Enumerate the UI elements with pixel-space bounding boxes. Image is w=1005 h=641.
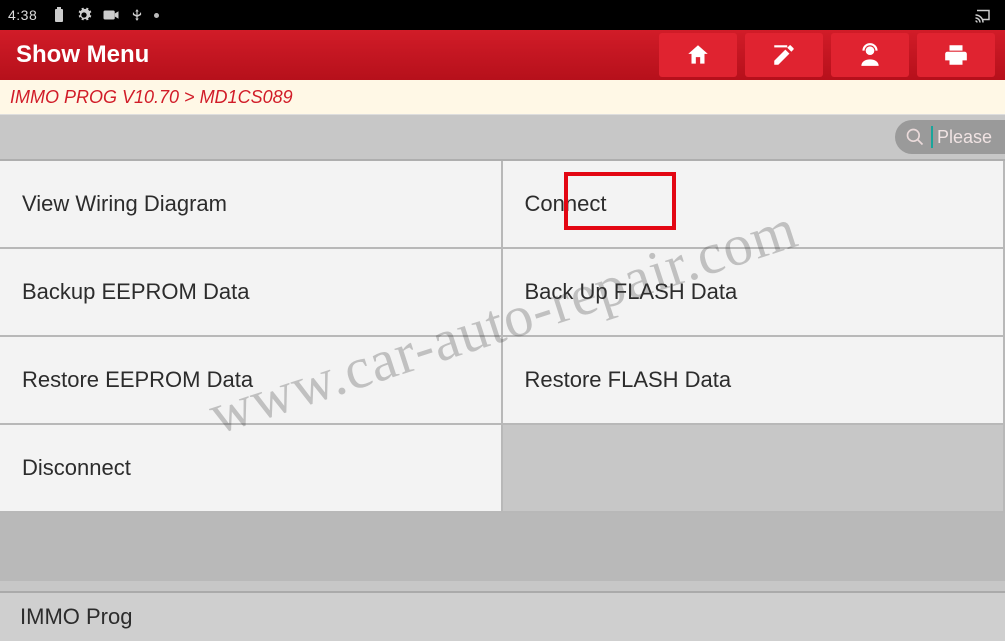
toolbar-row: Please [0,115,1005,161]
cast-icon [974,7,992,23]
menu-label: Connect [525,191,607,217]
menu-item-restore-flash-data[interactable]: Restore FLASH Data [503,337,1005,425]
menu-label: View Wiring Diagram [22,191,227,217]
menu-label: Back Up FLASH Data [525,279,738,305]
gear-icon [76,7,92,23]
menu-item-disconnect[interactable]: Disconnect [0,425,503,513]
camera-icon [102,8,120,22]
footer-bar: IMMO Prog [0,591,1005,641]
menu-item-backup-flash-data[interactable]: Back Up FLASH Data [503,249,1005,337]
menu-label: Backup EEPROM Data [22,279,249,305]
search-input[interactable]: Please [895,120,1005,154]
menu-item-connect[interactable]: Connect [503,161,1005,249]
home-icon [685,42,711,68]
app-header: Show Menu [0,30,1005,80]
spacer [0,513,1005,581]
menu-item-backup-eeprom-data[interactable]: Backup EEPROM Data [0,249,503,337]
menu-label: Disconnect [22,455,131,481]
usb-icon [130,7,144,23]
menu-item-restore-eeprom-data[interactable]: Restore EEPROM Data [0,337,503,425]
edit-icon [771,42,797,68]
menu-grid: View Wiring Diagram Connect Backup EEPRO… [0,161,1005,513]
page-title: Show Menu [0,41,655,69]
search-icon [905,127,925,147]
support-button[interactable] [831,33,909,77]
print-icon [943,42,969,68]
android-status-bar: 4:38 [0,0,1005,30]
clock: 4:38 [8,7,37,23]
menu-item-view-wiring-diagram[interactable]: View Wiring Diagram [0,161,503,249]
text-caret [931,126,933,148]
breadcrumb: IMMO PROG V10.70 > MD1CS089 [0,80,1005,115]
print-button[interactable] [917,33,995,77]
edit-button[interactable] [745,33,823,77]
status-dot-icon [154,13,159,18]
footer-label: IMMO Prog [20,604,132,630]
menu-label: Restore EEPROM Data [22,367,253,393]
support-icon [857,42,883,68]
search-placeholder: Please [937,127,992,148]
menu-label: Restore FLASH Data [525,367,732,393]
home-button[interactable] [659,33,737,77]
battery-icon [52,7,66,23]
menu-item-empty [503,425,1005,513]
